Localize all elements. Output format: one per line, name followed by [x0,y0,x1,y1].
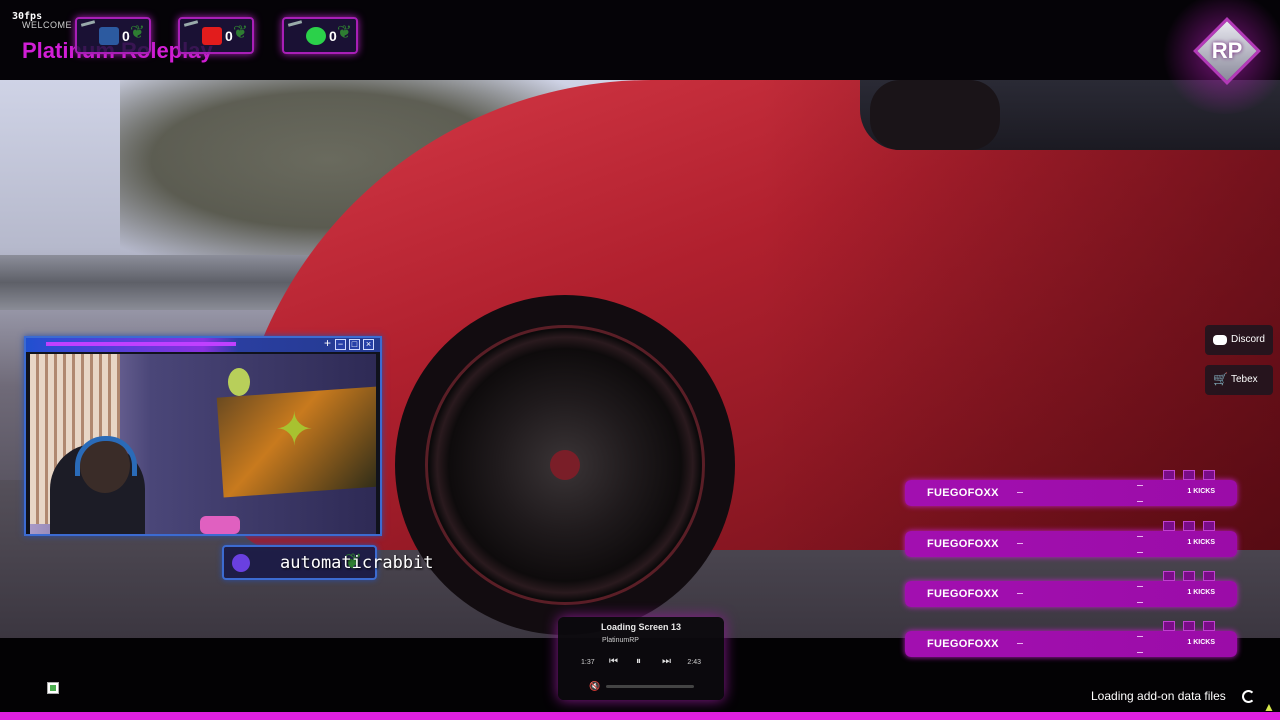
server-logo: RP [1160,0,1280,114]
car-mirror [870,80,1000,150]
pause-icon[interactable]: ⏸ [636,656,641,667]
mute-icon[interactable]: 🔇 [589,681,600,692]
divider [1137,536,1143,537]
song-artist: PlatinumRP [602,637,639,644]
feed-controls [1163,621,1233,633]
youtube-counter: 0 ❦ [178,17,254,54]
feed-controls [1163,521,1233,533]
music-player: Loading Screen 13 PlatinumRP 1:37 ⏮ ⏸ ⏭ … [558,617,724,700]
discord-button[interactable]: Discord [1205,325,1273,355]
volume-slider[interactable] [606,685,694,688]
divider [1017,643,1023,644]
divider [1137,602,1143,603]
loading-spinner-icon [1242,690,1255,703]
leaf-icon: ❦ [129,22,145,42]
feed-kicks: 1 KICKS [1187,539,1215,546]
divider [1137,652,1143,653]
elapsed-time: 1:37 [581,659,595,666]
leaf-icon: ❦ [232,22,248,42]
kick-feed-item: FUEGOFOXX 1 KICKS [905,571,1237,607]
kick-counter: 0 ❦ [282,17,358,54]
tebex-button[interactable]: 🛒 Tebex [1205,365,1273,395]
webcam-window: + − □ × ✦ [24,336,382,536]
kick-feed-item: FUEGOFOXX 1 KICKS [905,521,1237,557]
youtube-count: 0 [225,28,233,44]
divider [1137,636,1143,637]
minimize-icon: − [335,339,346,350]
divider [1017,492,1023,493]
divider [1137,586,1143,587]
maximize-icon: □ [349,339,360,350]
cart-icon: 🛒 [1213,372,1228,386]
divider [1017,543,1023,544]
kick-icon [306,27,326,45]
welcome-label: WELCOME [22,20,73,30]
avatar [232,554,250,572]
webcam-feed: ✦ [30,354,376,534]
leaf-icon: ❦ [336,22,352,42]
stripe-decor [287,20,303,27]
song-title: Loading Screen 13 [600,622,682,632]
discord-icon [1213,335,1227,345]
feed-controls [1163,470,1233,482]
kick-feed-item: FUEGOFOXX 1 KICKS [905,621,1237,657]
youtube-icon [202,27,222,45]
loading-status: Loading add-on data files [1091,689,1226,703]
stripe-decor [183,20,199,27]
leaf-icon: ✦ [275,403,314,455]
twitch-counter: 0 ❦ [75,17,151,54]
streamer-username: automaticrabbit [280,553,434,573]
accent-line [0,712,1280,720]
previous-icon[interactable]: ⏮ [609,656,618,667]
feed-name: FUEGOFOXX [927,638,999,650]
divider [1017,593,1023,594]
feed-name: FUEGOFOXX [927,588,999,600]
titlebar-progress [46,342,236,346]
stripe-decor [80,20,96,27]
duration-time: 2:43 [687,659,701,666]
next-icon[interactable]: ⏭ [662,656,671,667]
twitch-icon [99,27,119,45]
twitch-count: 0 [122,28,130,44]
divider [1137,485,1143,486]
feed-name: FUEGOFOXX [927,487,999,499]
feed-kicks: 1 KICKS [1187,589,1215,596]
cursor-icon: ▲ [1263,700,1275,714]
alien-decor [228,368,250,396]
feed-controls [1163,571,1233,583]
divider [1137,501,1143,502]
webcam-titlebar: + − □ × [26,336,380,352]
add-icon: + [323,336,331,350]
divider [1137,552,1143,553]
feed-kicks: 1 KICKS [1187,639,1215,646]
pink-object [200,516,240,534]
close-icon: × [363,339,374,350]
discord-label: Discord [1231,334,1265,345]
tebex-label: Tebex [1231,374,1258,385]
kick-count: 0 [329,28,337,44]
kick-feed-item: FUEGOFOXX 1 KICKS [905,470,1237,506]
logo-text: RP [1211,38,1243,63]
wheel-hub [550,450,580,480]
feed-kicks: 1 KICKS [1187,488,1215,495]
feed-name: FUEGOFOXX [927,538,999,550]
broken-image-icon [47,682,59,694]
